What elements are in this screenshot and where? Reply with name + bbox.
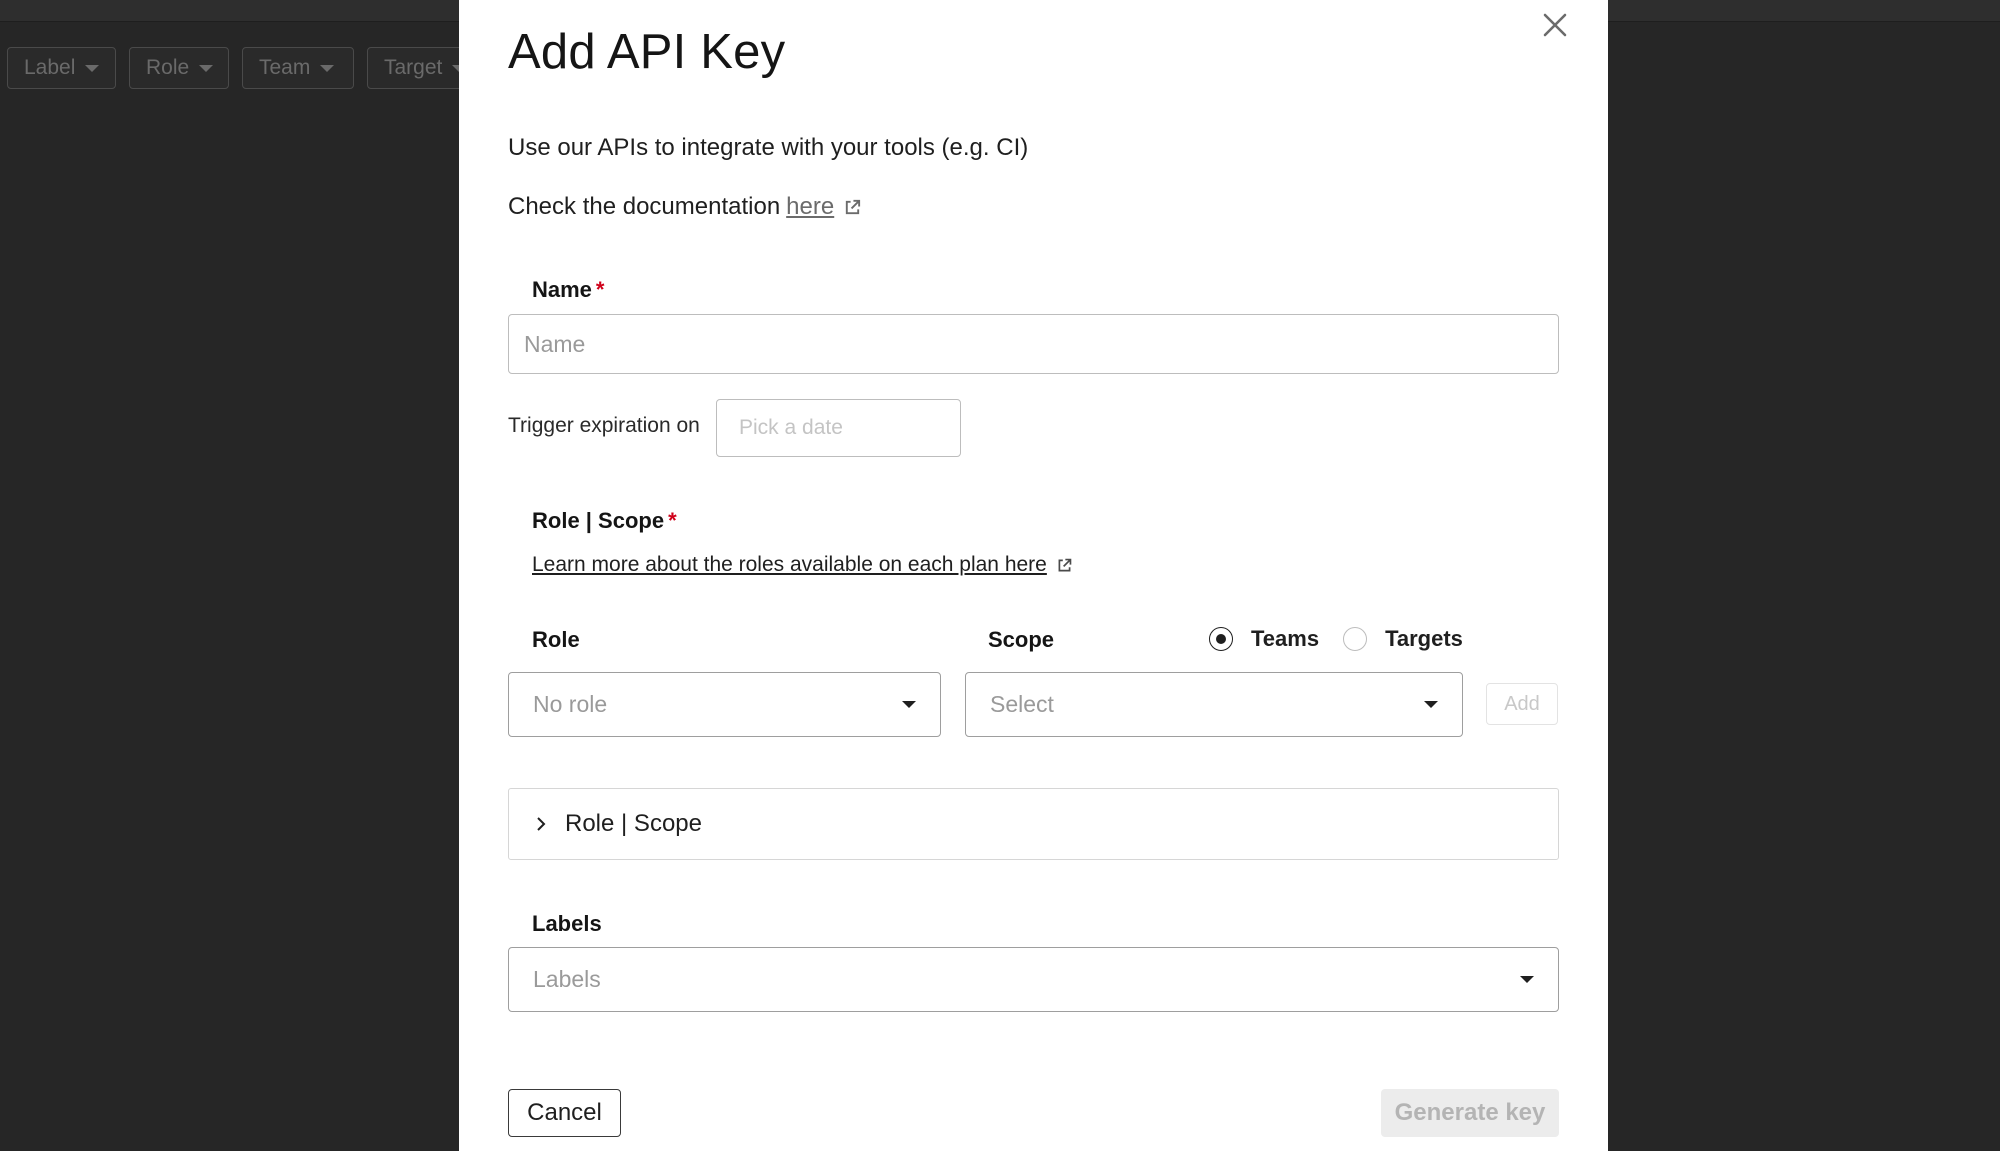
- caret-down-icon: [85, 64, 100, 72]
- scope-label: Scope: [988, 627, 1055, 652]
- targets-radio-label: Targets: [1385, 626, 1463, 651]
- name-label-text: Name: [532, 277, 592, 302]
- filter-team-dropdown[interactable]: Team: [242, 47, 354, 89]
- modal-title: Add API Key: [508, 25, 786, 79]
- external-link-icon: [1056, 557, 1073, 574]
- documentation-link[interactable]: here: [786, 193, 834, 221]
- learn-more-text: Learn more about the roles available on …: [532, 553, 1047, 576]
- chevron-right-icon: [535, 816, 547, 832]
- targets-radio[interactable]: [1343, 627, 1368, 651]
- caret-down-icon: [1424, 701, 1438, 708]
- documentation-prefix: Check the documentation: [508, 193, 781, 220]
- caret-down-icon: [199, 64, 214, 72]
- close-button[interactable]: [1540, 10, 1570, 40]
- filter-role-text: Role: [146, 56, 190, 79]
- filter-target-text: Target: [384, 56, 443, 79]
- role-scope-label-text: Role | Scope: [532, 508, 665, 533]
- caret-down-icon: [320, 64, 335, 72]
- documentation-line: Check the documentation here: [508, 193, 862, 221]
- learn-more-roles-link[interactable]: Learn more about the roles available on …: [532, 553, 1073, 577]
- labels-label: Labels: [532, 911, 602, 936]
- role-select[interactable]: No role: [508, 672, 941, 737]
- caret-down-icon: [1520, 976, 1534, 983]
- name-input[interactable]: [508, 314, 1559, 374]
- labels-placeholder: Labels: [533, 966, 601, 992]
- filter-role-dropdown[interactable]: Role: [129, 47, 229, 89]
- close-icon: [1543, 13, 1567, 37]
- scope-select-value: Select: [990, 691, 1054, 717]
- modal-subtitle: Use our APIs to integrate with your tool…: [508, 134, 1029, 161]
- generate-key-button[interactable]: Generate key: [1381, 1089, 1559, 1137]
- role-scope-accordion[interactable]: Role | Scope: [508, 788, 1559, 860]
- role-select-value: No role: [533, 691, 608, 717]
- filter-label-dropdown[interactable]: Label: [7, 47, 116, 89]
- filter-team-text: Team: [259, 56, 311, 79]
- expiration-label: Trigger expiration on: [508, 414, 700, 437]
- scope-type-radio-group: Teams Targets: [1209, 626, 1463, 652]
- add-api-key-modal: Add API Key Use our APIs to integrate wi…: [459, 0, 1608, 1151]
- scope-select[interactable]: Select: [965, 672, 1463, 737]
- role-scope-label: Role | Scope *: [532, 508, 677, 534]
- caret-down-icon: [902, 701, 916, 708]
- teams-radio[interactable]: [1209, 627, 1233, 651]
- labels-select[interactable]: Labels: [508, 947, 1559, 1012]
- required-mark: *: [668, 508, 677, 533]
- filter-label-text: Label: [24, 56, 76, 79]
- required-mark: *: [595, 277, 605, 302]
- role-label: Role: [532, 627, 580, 652]
- add-role-scope-button[interactable]: Add: [1486, 683, 1558, 725]
- external-link-icon: [843, 198, 862, 217]
- name-label: Name *: [532, 277, 604, 303]
- teams-radio-label: Teams: [1251, 626, 1320, 651]
- accordion-label: Role | Scope: [565, 810, 702, 837]
- cancel-button[interactable]: Cancel: [508, 1089, 621, 1137]
- expiration-date-picker[interactable]: Pick a date: [716, 399, 961, 457]
- date-placeholder: Pick a date: [739, 416, 843, 439]
